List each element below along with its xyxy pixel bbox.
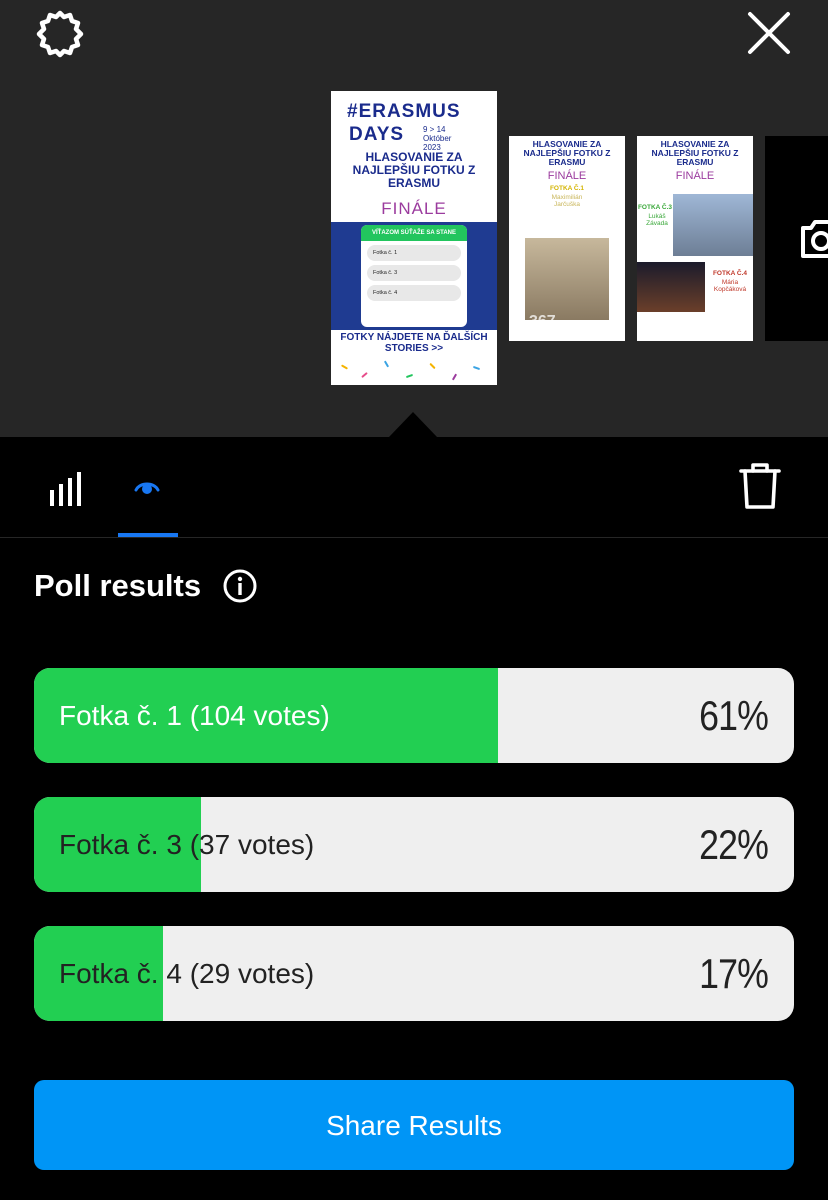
view-count: 365 [689, 313, 716, 330]
story-footer: FOTKY NÁJDETE NA ĎALŠÍCH STORIES >> [340, 332, 488, 354]
poll-sticker-option: Fotka č. 3 [367, 265, 461, 281]
story-thumbnail[interactable]: HLASOVANIE ZA NAJLEPŠIU FOTKU Z ERASMU F… [509, 136, 625, 341]
photo-label: FOTKA Č.4 [712, 270, 748, 277]
poll-results-title: Poll results [34, 568, 202, 603]
story-photo [637, 262, 705, 312]
poll-result-row: Fotka č. 3 (37 votes) 22% [34, 797, 794, 892]
story-thumbnail-selected[interactable]: #ERASMUS DAYS 9 > 14 Október 2023 HLASOV… [331, 91, 497, 385]
camera-icon [801, 220, 828, 258]
poll-result-label: Fotka č. 4 (29 votes) [59, 958, 315, 989]
story-thumbnail[interactable]: HLASOVANIE ZA NAJLEPŠIU FOTKU Z ERASMU F… [637, 136, 753, 341]
gear-icon[interactable] [36, 10, 84, 58]
story-final: FINÁLE [547, 170, 587, 182]
confetti [361, 371, 368, 379]
info-icon[interactable] [223, 569, 257, 603]
poll-result-row: Fotka č. 4 (29 votes) 17% [34, 926, 794, 1021]
confetti [340, 364, 349, 370]
close-icon[interactable] [746, 10, 792, 56]
story-headline: HLASOVANIE ZA NAJLEPŠIU FOTKU Z ERASMU [523, 139, 611, 167]
poll-result-row: Fotka č. 1 (104 votes) 61% [34, 668, 794, 763]
poll-sticker: VÍŤAZOM SÚŤAŽE SA STANE Fotka č. 1 Fotka… [361, 225, 467, 327]
photo-label: FOTKA Č.3 [637, 204, 673, 211]
story-final: FINÁLE [381, 199, 447, 218]
bar-chart-icon[interactable] [48, 470, 88, 506]
story-thumbnail[interactable] [765, 136, 828, 341]
tab-bar [0, 437, 828, 538]
photo-label: FOTKA Č.1 [549, 185, 585, 192]
poll-sticker-option: Fotka č. 4 [367, 285, 461, 301]
confetti [405, 373, 414, 379]
tab-underline [118, 533, 178, 537]
story-headline: HLASOVANIE ZA NAJLEPŠIU FOTKU Z ERASMU [352, 150, 476, 190]
story-photo [673, 194, 753, 256]
confetti [383, 360, 390, 368]
story-headline: HLASOVANIE ZA NAJLEPŠIU FOTKU Z ERASMU [651, 139, 739, 167]
photo-author: Lukáš Závada [646, 213, 668, 227]
share-results-button[interactable]: Share Results [34, 1080, 794, 1170]
story-final: FINÁLE [675, 170, 715, 182]
poll-result-label: Fotka č. 3 (37 votes) [59, 829, 315, 860]
photo-author: Mária Kopčáková [713, 279, 747, 293]
story-date: 9 > 14 Október 2023 [423, 125, 452, 152]
story-hashtag: #ERASMUS [347, 101, 461, 122]
poll-result-percent: 61% [699, 692, 769, 739]
eye-icon[interactable] [134, 476, 160, 500]
story-days: DAYS [349, 124, 405, 145]
confetti [472, 365, 481, 371]
confetti [451, 373, 458, 381]
view-count: 367 [529, 313, 556, 330]
poll-sticker-title: VÍŤAZOM SÚŤAŽE SA STANE [361, 225, 467, 241]
selected-story-pointer [389, 412, 437, 437]
story-photo [525, 238, 609, 320]
poll-sticker-option: Fotka č. 1 [367, 245, 461, 261]
poll-result-label: Fotka č. 1 (104 votes) [59, 700, 330, 731]
confetti [429, 362, 436, 370]
poll-result-percent: 17% [699, 950, 769, 997]
poll-result-percent: 22% [699, 821, 769, 868]
photo-author: Maximilián Jarčuška [551, 194, 583, 208]
trash-icon[interactable] [738, 462, 782, 510]
